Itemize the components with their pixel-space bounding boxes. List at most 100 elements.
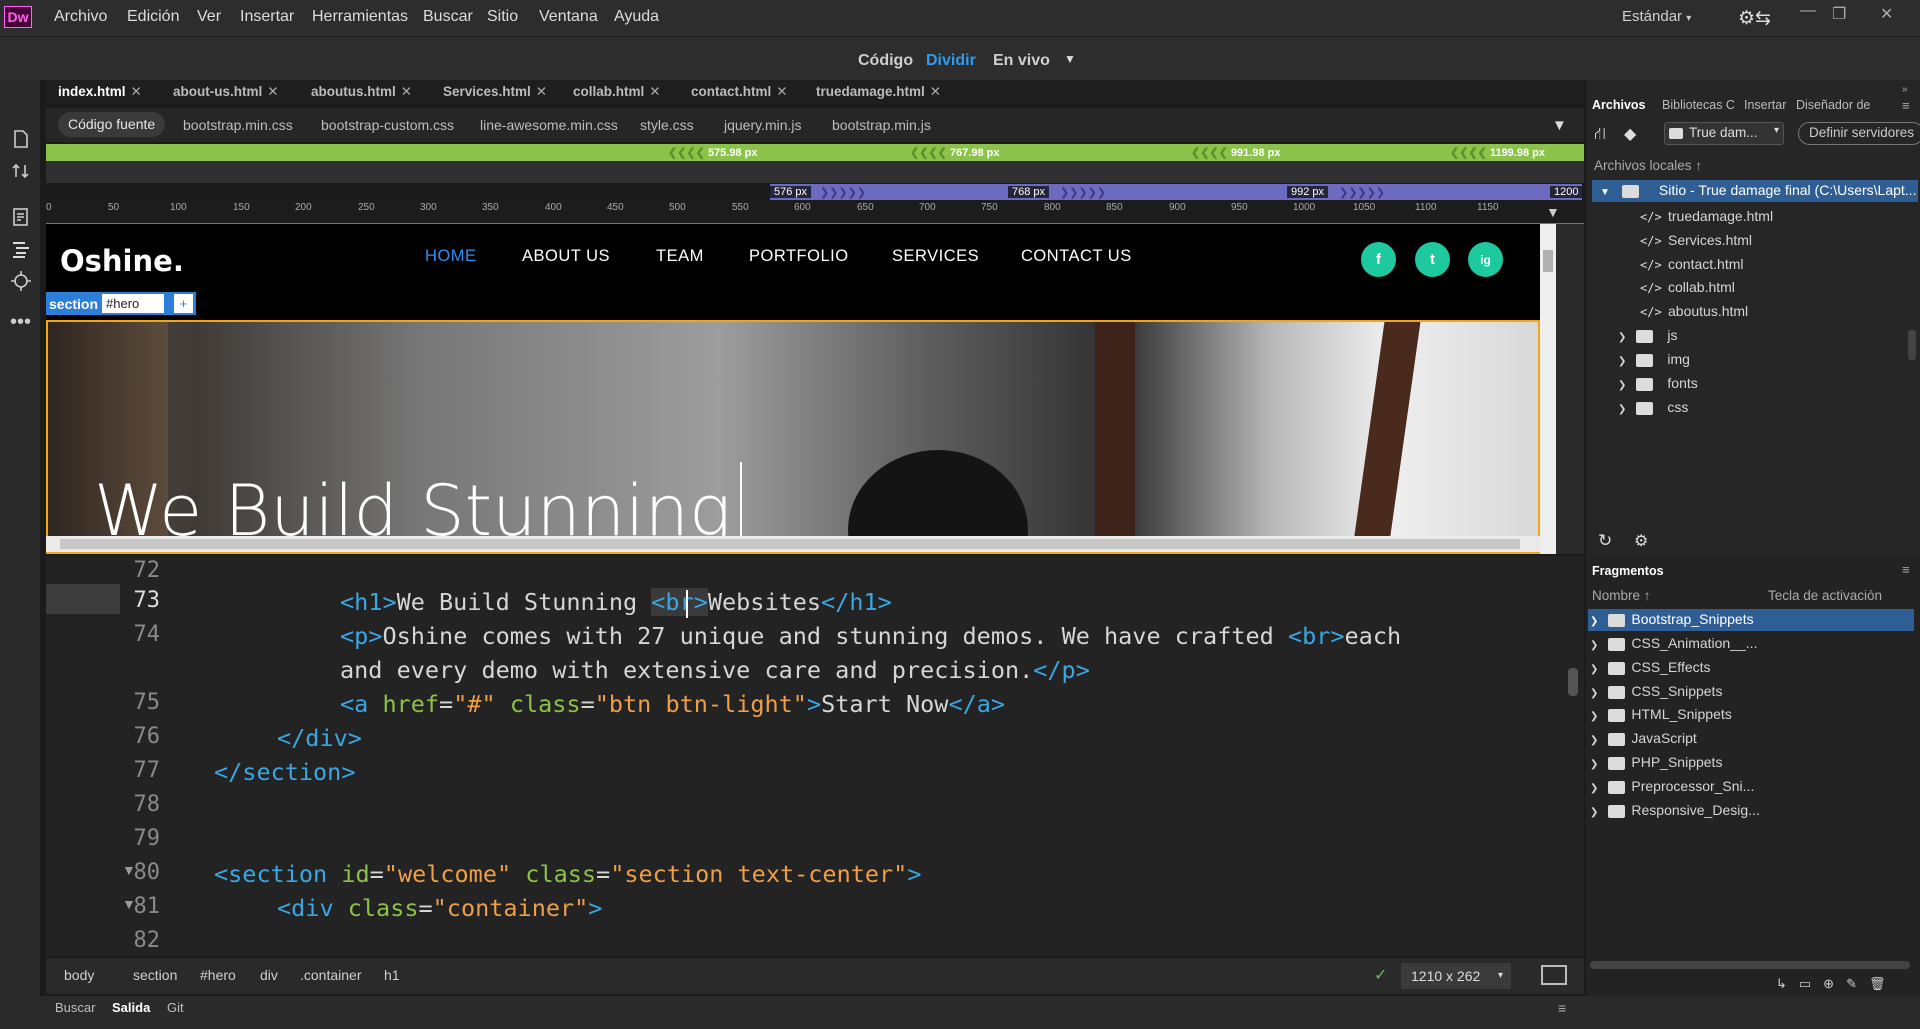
nav-contact-us[interactable]: CONTACT US: [1021, 247, 1132, 266]
code-editor[interactable]: 72 73 74 75 76 77 78 79 80 81 82 ▼ ▼ <h1…: [46, 556, 1584, 956]
tab-insertar[interactable]: Insertar: [1744, 98, 1786, 112]
snippet-folder-row[interactable]: ❯ Preprocessor_Sni...: [1590, 778, 1754, 794]
code-line-80[interactable]: <section id="welcome" class="section tex…: [214, 860, 921, 888]
code-line-76[interactable]: </div>: [277, 724, 362, 752]
tag-crumb[interactable]: .container: [300, 967, 361, 983]
tab-contact[interactable]: contact.html ✕: [691, 84, 788, 100]
mq-label[interactable]: 576 px: [770, 186, 812, 198]
collapse-panel-icon[interactable]: »: [1902, 84, 1908, 95]
menu-herramientas[interactable]: Herramientas: [312, 8, 408, 26]
new-file-icon[interactable]: [10, 128, 32, 150]
snippet-folder-row[interactable]: ❯ CSS_Effects: [1590, 659, 1711, 675]
nav-portfolio[interactable]: PORTFOLIO: [749, 247, 849, 266]
related-file[interactable]: bootstrap-custom.css: [321, 117, 454, 133]
nav-home[interactable]: HOME: [425, 247, 477, 266]
workspace-switcher[interactable]: Estándar ▾: [1622, 8, 1691, 25]
format-code-icon[interactable]: [10, 238, 32, 260]
live-view[interactable]: Oshine. HOME ABOUT US TEAM PORTFOLIO SER…: [46, 224, 1540, 554]
related-file[interactable]: bootstrap.min.js: [832, 117, 931, 133]
filter-icon[interactable]: ▼: [1552, 117, 1567, 134]
snippet-folder-row[interactable]: ❯ Responsive_Desig...: [1590, 802, 1760, 818]
folder-row[interactable]: ❯ js: [1618, 327, 1678, 343]
snippets-h-scrollbar[interactable]: [1590, 961, 1910, 969]
close-icon[interactable]: ✕: [930, 84, 941, 99]
manage-sites-icon[interactable]: ⚙: [1634, 531, 1648, 551]
snippet-folder-row[interactable]: ❯ CSS_Snippets: [1590, 683, 1722, 699]
tab-index[interactable]: index.html ✕: [58, 84, 142, 100]
page-properties-icon[interactable]: [10, 206, 32, 228]
file-transfer-icon[interactable]: [10, 160, 32, 182]
menu-edicion[interactable]: Edición: [127, 8, 179, 26]
tag-crumb[interactable]: body: [64, 967, 94, 983]
code-line-74[interactable]: <p>Oshine comes with 27 unique and stunn…: [340, 622, 1401, 650]
site-select[interactable]: True dam... ▾: [1664, 122, 1784, 145]
minimize-icon[interactable]: —: [1800, 2, 1816, 20]
tag-crumb[interactable]: #hero: [200, 967, 236, 983]
tag-crumb[interactable]: h1: [384, 967, 400, 983]
file-row[interactable]: </> Services.html: [1640, 232, 1752, 248]
facebook-icon[interactable]: f: [1361, 242, 1396, 277]
code-line-74-wrap[interactable]: and every demo with extensive care and p…: [340, 656, 1090, 684]
nav-team[interactable]: TEAM: [656, 247, 704, 266]
nav-services[interactable]: SERVICES: [892, 247, 979, 266]
media-query-max-bar[interactable]: ❮❮❮❮ 575.98 px ❮❮❮❮ 767.98 px ❮❮❮❮ 991.9…: [46, 144, 1584, 161]
connect-icon[interactable]: ⛙: [1594, 124, 1606, 146]
twitter-icon[interactable]: t: [1415, 242, 1450, 277]
resize-handle-icon[interactable]: ▼: [1546, 204, 1560, 220]
folder-row[interactable]: ❯ img: [1618, 351, 1690, 367]
close-icon[interactable]: ✕: [776, 84, 787, 99]
menu-ventana[interactable]: Ventana: [539, 8, 598, 26]
nav-about-us[interactable]: ABOUT US: [522, 247, 610, 266]
site-root-row[interactable]: ▼ Sitio - True damage final (C:\Users\Lap…: [1592, 180, 1918, 202]
panel-menu-icon[interactable]: ≡: [1902, 98, 1910, 113]
code-view-button[interactable]: Código: [858, 52, 913, 70]
tag-id-field[interactable]: #hero: [102, 294, 165, 313]
mq-label[interactable]: 992 px: [1287, 186, 1329, 198]
code-line-77[interactable]: </section>: [214, 758, 355, 786]
git-icon[interactable]: ◆: [1624, 124, 1636, 144]
window-size-select[interactable]: 1210 x 262 ▾: [1401, 963, 1511, 989]
menu-buscar[interactable]: Buscar: [423, 8, 473, 26]
snippets-key-header[interactable]: Tecla de activación: [1768, 588, 1882, 603]
add-class-button[interactable]: +: [174, 294, 194, 313]
folder-row[interactable]: ❯ css: [1618, 399, 1688, 415]
menu-sitio[interactable]: Sitio: [487, 8, 518, 26]
related-file[interactable]: style.css: [640, 117, 694, 133]
tag-crumb[interactable]: div: [260, 967, 278, 983]
snippet-folder-row[interactable]: ❯ JavaScript: [1590, 730, 1697, 746]
tab-about-us[interactable]: about-us.html ✕: [173, 84, 279, 100]
live-vertical-scrollbar[interactable]: [1540, 224, 1556, 554]
mq-label[interactable]: 768 px: [1008, 186, 1050, 198]
tag-crumb[interactable]: section: [133, 967, 177, 983]
inspect-icon[interactable]: [10, 270, 32, 292]
tab-aboutus[interactable]: aboutus.html ✕: [311, 84, 412, 100]
menu-ayuda[interactable]: Ayuda: [614, 8, 659, 26]
source-code-button[interactable]: Código fuente: [58, 112, 166, 137]
more-tools-icon[interactable]: •••: [10, 312, 32, 338]
view-menu-chevron-icon[interactable]: ▼: [1064, 52, 1076, 66]
tab-archivos[interactable]: Archivos: [1592, 98, 1646, 112]
close-icon[interactable]: ✕: [536, 84, 547, 99]
tab-services[interactable]: Services.html ✕: [443, 84, 547, 100]
close-icon[interactable]: ✕: [1880, 4, 1893, 24]
hero-section[interactable]: We Build Stunning: [46, 320, 1540, 554]
close-icon[interactable]: ✕: [401, 84, 412, 99]
close-icon[interactable]: ✕: [131, 84, 142, 99]
snippet-folder-row[interactable]: ❯ PHP_Snippets: [1590, 754, 1722, 770]
refresh-icon[interactable]: ↻: [1598, 531, 1612, 551]
code-line-73[interactable]: <h1>We Build Stunning <br>Websites</h1>: [340, 588, 892, 616]
tab-collab[interactable]: collab.html ✕: [573, 84, 661, 100]
file-row[interactable]: </> truedamage.html: [1640, 208, 1773, 224]
close-icon[interactable]: ✕: [649, 84, 660, 99]
element-selector-tag[interactable]: section #hero +: [46, 292, 197, 315]
mq-label[interactable]: ❮❮❮❮ 1199.98 px: [1450, 146, 1545, 159]
scroll-thumb[interactable]: [60, 539, 1520, 549]
live-view-button[interactable]: En vivo: [993, 52, 1050, 70]
related-file[interactable]: line-awesome.min.css: [480, 117, 618, 133]
scroll-thumb[interactable]: [1543, 250, 1553, 272]
mq-label[interactable]: ❮❮❮❮ 991.98 px: [1191, 146, 1281, 159]
mq-label[interactable]: ❮❮❮❮ 575.98 px: [668, 146, 758, 159]
local-files-header[interactable]: Archivos locales ↑: [1594, 158, 1702, 173]
instagram-icon[interactable]: ig: [1468, 242, 1503, 277]
close-icon[interactable]: ✕: [267, 84, 278, 99]
